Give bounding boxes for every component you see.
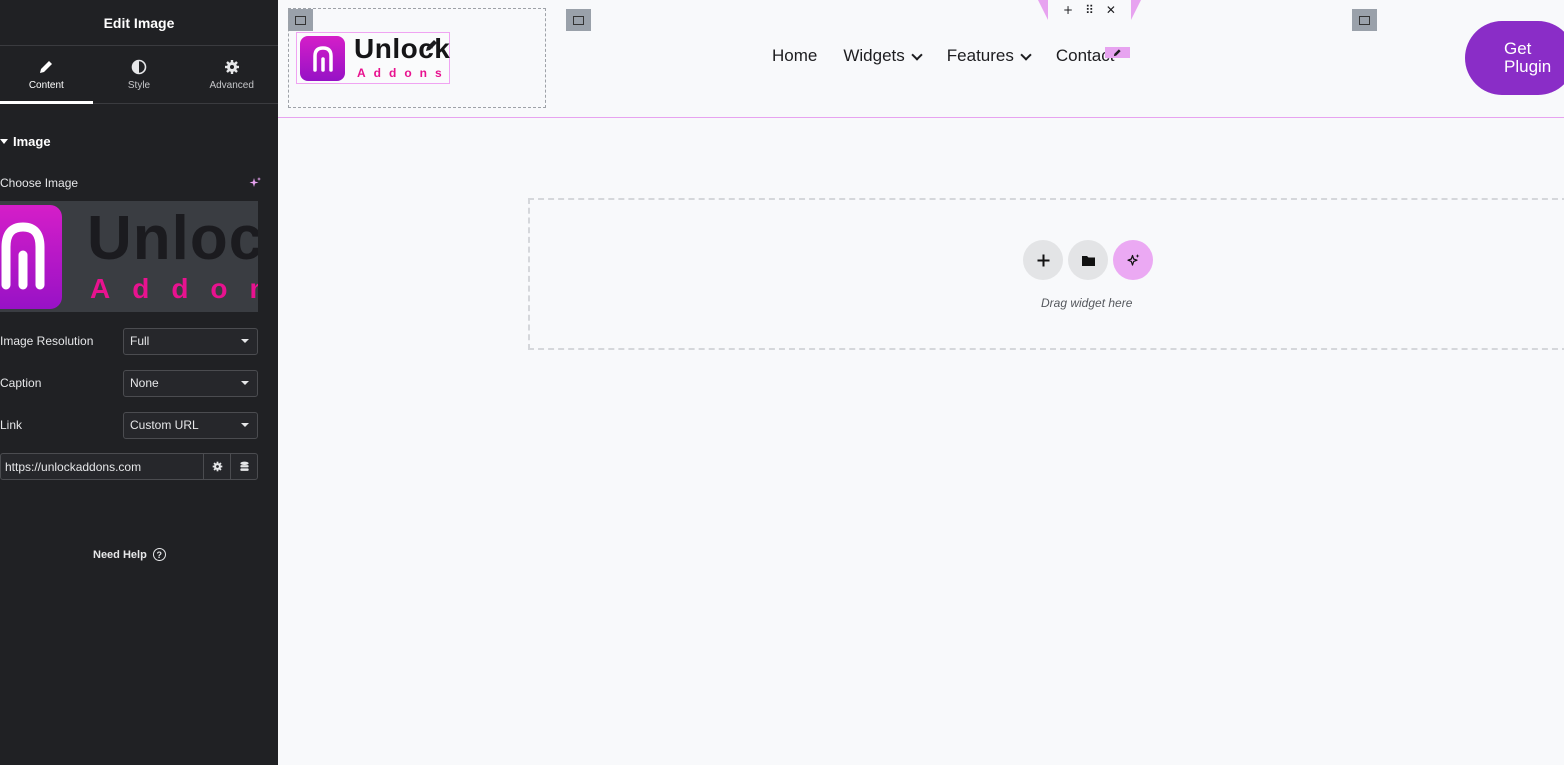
tab-style[interactable]: Style xyxy=(93,46,186,103)
add-new-section-button[interactable] xyxy=(1023,240,1063,280)
tab-advanced[interactable]: Advanced xyxy=(185,46,278,103)
caption-select[interactable]: None xyxy=(123,369,258,397)
gear-icon xyxy=(224,59,239,74)
field-label: Image Resolution xyxy=(0,334,94,348)
logo-icon xyxy=(312,45,333,72)
widget-drop-zone[interactable]: Drag widget here xyxy=(528,198,1564,350)
dynamic-tags-button[interactable] xyxy=(230,454,257,479)
panel-title: Edit Image xyxy=(103,14,175,31)
select-value: Custom URL xyxy=(130,418,199,432)
nav-label: Widgets xyxy=(843,46,905,65)
tab-style-label: Style xyxy=(127,79,151,91)
half-circle-icon xyxy=(131,59,147,74)
preview-logo-mark xyxy=(0,205,62,309)
chevron-down-icon xyxy=(1020,48,1032,61)
cta-line-1: Get xyxy=(1504,39,1532,58)
editor-canvas: Unlock Addons + ⠿ ✕ Home Widgets Feature… xyxy=(278,0,1564,765)
tab-content[interactable]: Content xyxy=(0,46,93,104)
column-handle[interactable] xyxy=(1352,9,1377,31)
help-icon: ? xyxy=(152,548,166,561)
cta-line-2: Plugin xyxy=(1504,57,1552,76)
panel-header: Edit Image xyxy=(0,0,278,46)
nav-item-home[interactable]: Home xyxy=(772,46,817,66)
field-caption: Caption None xyxy=(0,369,258,397)
logo-icon xyxy=(1,222,45,290)
preview-logo-sub: Addon xyxy=(90,273,258,304)
link-url-input[interactable] xyxy=(1,454,203,479)
pencil-icon xyxy=(1113,49,1121,57)
section-toggle-image[interactable]: Image xyxy=(0,134,51,149)
folder-icon xyxy=(1081,255,1095,266)
toolbar-wing xyxy=(1038,0,1048,20)
header-section-border xyxy=(278,117,1564,118)
select-value: Full xyxy=(130,334,150,348)
delete-section-button[interactable]: ✕ xyxy=(1106,0,1116,20)
image-preview[interactable]: Unloc Addon xyxy=(0,201,258,312)
nav-label: Features xyxy=(946,46,1014,65)
choose-image-label: Choose Image xyxy=(0,176,79,190)
edit-pencil-icon[interactable] xyxy=(425,38,439,52)
tab-content-label: Content xyxy=(28,79,64,91)
column-handle[interactable] xyxy=(566,9,591,31)
editor-panel: Edit Image Content Style Advanced Image … xyxy=(0,0,278,765)
choose-image-row: Choose Image xyxy=(0,176,262,190)
nav-label: Home xyxy=(772,46,818,65)
link-options-button[interactable] xyxy=(203,454,230,479)
ai-sparkle-icon xyxy=(1126,253,1139,266)
plus-icon xyxy=(1037,254,1049,266)
need-help-link[interactable]: Need Help ? xyxy=(93,548,166,561)
chevron-down-icon xyxy=(911,48,923,61)
logo-sub: Addons xyxy=(357,66,450,80)
logo-mark xyxy=(300,36,345,81)
edit-widget-button[interactable] xyxy=(1105,47,1130,58)
chevron-down-icon xyxy=(241,339,249,343)
field-image-resolution: Image Resolution Full xyxy=(0,327,258,355)
nav-item-features[interactable]: Features xyxy=(946,46,1032,66)
toolbar-wing xyxy=(1131,0,1141,20)
section-title: Image xyxy=(13,134,51,149)
get-plugin-button[interactable]: Get Plugin xyxy=(1465,21,1564,95)
field-link: Link Custom URL xyxy=(0,411,258,439)
panel-tabs: Content Style Advanced xyxy=(0,46,278,104)
link-url-group xyxy=(0,453,258,480)
field-label: Link xyxy=(0,418,23,432)
nav-item-widgets[interactable]: Widgets xyxy=(843,46,923,66)
tab-advanced-label: Advanced xyxy=(209,79,254,91)
caret-down-icon xyxy=(0,139,8,144)
select-value: None xyxy=(130,376,159,390)
ai-generate-button[interactable] xyxy=(1113,240,1153,280)
drag-handle-icon[interactable]: ⠿ xyxy=(1085,0,1094,20)
template-library-button[interactable] xyxy=(1068,240,1108,280)
section-toolbar: + ⠿ ✕ xyxy=(1038,0,1141,20)
nav-menu: Home Widgets Features Contact xyxy=(772,46,1140,66)
gear-icon xyxy=(212,461,222,472)
image-resolution-select[interactable]: Full xyxy=(123,327,258,355)
link-select[interactable]: Custom URL xyxy=(123,411,258,439)
need-help-label: Need Help xyxy=(93,548,147,561)
ai-sparkle-icon[interactable] xyxy=(248,176,262,190)
drop-hint-text: Drag widget here xyxy=(1041,296,1133,310)
pencil-icon xyxy=(40,60,53,73)
chevron-down-icon xyxy=(241,381,249,385)
add-section-button[interactable]: + xyxy=(1063,0,1073,20)
database-icon xyxy=(239,461,249,471)
preview-logo-word: Unloc xyxy=(87,204,258,273)
chevron-down-icon xyxy=(241,423,249,427)
field-label: Caption xyxy=(0,376,42,390)
